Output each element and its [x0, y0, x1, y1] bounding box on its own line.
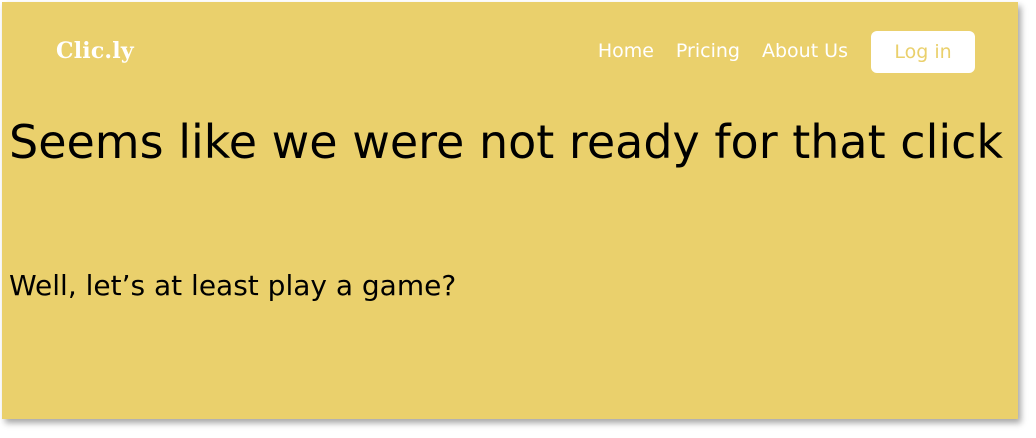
nav-link-pricing[interactable]: Pricing [676, 40, 740, 62]
navbar: Clic.ly Home Pricing About Us Log in [2, 2, 1018, 102]
nav-link-home[interactable]: Home [598, 40, 654, 62]
page-frame: Clic.ly Home Pricing About Us Log in See… [2, 2, 1018, 419]
nav-link-about-us[interactable]: About Us [762, 40, 848, 62]
login-button[interactable]: Log in [871, 31, 975, 73]
brand-logo[interactable]: Clic.ly [56, 38, 134, 64]
page-headline: Seems like we were not ready for that cl… [9, 115, 1004, 169]
page-subheadline: Well, let’s at least play a game? [9, 269, 457, 302]
nav-links: Home Pricing About Us [598, 40, 848, 62]
